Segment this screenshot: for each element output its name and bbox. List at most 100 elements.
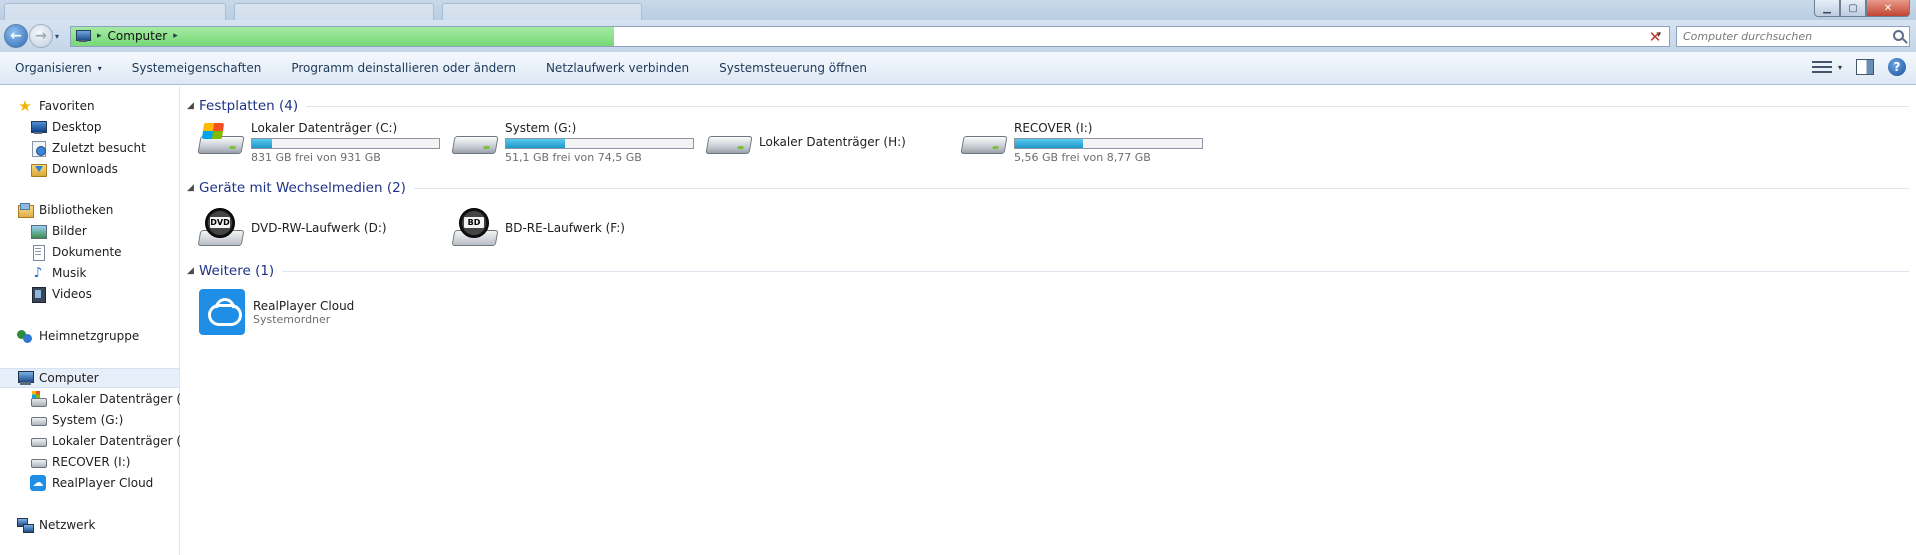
capacity-bar (505, 137, 694, 149)
drive-info: Lokaler Datenträger (H:) (759, 135, 906, 149)
nav-network[interactable]: Netzwerk (0, 515, 179, 535)
nav-drive-g[interactable]: System (G:) (0, 410, 179, 430)
recent-pages-dropdown[interactable]: ▾ (55, 32, 59, 41)
group-divider (282, 270, 1909, 272)
system-properties-button[interactable]: Systemeigenschaften (117, 52, 277, 85)
command-bar-tools: ▾ ? (1811, 58, 1906, 76)
nav-drive-i[interactable]: RECOVER (I:) (0, 452, 179, 472)
nav-videos[interactable]: Videos (0, 284, 179, 304)
breadcrumb-arrow-icon[interactable]: ▸ (97, 31, 102, 41)
realplayer-cloud-tile[interactable]: RealPlayer Cloud Systemordner (199, 288, 354, 336)
back-button[interactable]: ← (4, 24, 28, 48)
nav-recent[interactable]: Zuletzt besucht (0, 138, 179, 158)
nav-downloads[interactable]: Downloads (0, 159, 179, 179)
nav-drive-h[interactable]: Lokaler Datenträger (H:) (0, 431, 199, 451)
nav-label: Videos (52, 287, 92, 301)
chevron-down-icon: ▾ (1837, 62, 1842, 72)
capacity-bar-fill (506, 138, 565, 148)
nav-label: Bibliotheken (39, 203, 114, 217)
drive-name: System (G:) (505, 120, 577, 135)
group-header-other[interactable]: ◢ Weitere (1) (187, 261, 1909, 281)
uninstall-program-button[interactable]: Programm deinstallieren oder ändern (276, 52, 531, 85)
group-title: Weitere (1) (199, 263, 275, 279)
chevron-down-icon: ▾ (97, 63, 102, 73)
nav-label: Netzwerk (39, 518, 96, 532)
dvd-drive-icon: DVD (197, 208, 245, 248)
breadcrumb-computer[interactable]: Computer (108, 29, 168, 43)
hard-drive-icon (451, 122, 499, 162)
address-bar[interactable]: ▸ Computer ▸ ▾ (70, 26, 1670, 47)
collapse-triangle-icon: ◢ (187, 183, 194, 193)
capacity-bar (1014, 137, 1203, 149)
nav-label: RECOVER (I:) (52, 455, 131, 469)
stop-icon: ✕ (1648, 28, 1662, 46)
pictures-icon (30, 223, 47, 239)
group-title: Festplatten (4) (199, 98, 299, 114)
background-tab-1[interactable] (4, 3, 226, 20)
breadcrumb-arrow-icon[interactable]: ▸ (173, 31, 178, 41)
collapse-triangle-icon: ◢ (187, 101, 194, 111)
drive-info: RECOVER (I:) 5,56 GB frei von 8,77 GB (1014, 121, 1203, 164)
star-icon: ★ (18, 97, 32, 115)
nav-homegroup[interactable]: Heimnetzgruppe (0, 326, 179, 346)
forward-button[interactable]: → (29, 24, 53, 48)
libraries-icon (17, 202, 34, 218)
view-list-icon (1811, 59, 1832, 75)
disc-label: BD (464, 217, 484, 228)
minimize-button[interactable]: ▁ (1814, 0, 1840, 17)
homegroup-icon (17, 328, 33, 344)
drive-info: DVD-RW-Laufwerk (D:) (251, 221, 387, 235)
open-control-panel-button[interactable]: Systemsteuerung öffnen (704, 52, 882, 85)
close-button[interactable]: ✕ (1866, 0, 1910, 17)
drive-tile-c[interactable]: Lokaler Datenträger (C:) 831 GB frei von… (197, 120, 440, 164)
map-network-drive-button[interactable]: Netzlaufwerk verbinden (531, 52, 704, 85)
hard-drive-icon (30, 412, 47, 428)
item-name: RealPlayer Cloud (253, 298, 355, 313)
computer-icon (17, 370, 34, 386)
nav-computer[interactable]: Computer (0, 368, 179, 388)
drive-tile-i[interactable]: RECOVER (I:) 5,56 GB frei von 8,77 GB (960, 120, 1203, 164)
nav-label: Zuletzt besucht (52, 141, 146, 155)
drive-info: System (G:) 51,1 GB frei von 74,5 GB (505, 121, 694, 164)
nav-documents[interactable]: Dokumente (0, 242, 179, 262)
help-icon[interactable]: ? (1888, 58, 1906, 76)
drive-free-space: 5,56 GB frei von 8,77 GB (1014, 150, 1151, 164)
address-row: ← → ▾ ▸ Computer ▸ ▾ ✕ (0, 20, 1916, 52)
nav-realplayer-cloud[interactable]: ☁ RealPlayer Cloud (0, 473, 179, 493)
nav-favorites[interactable]: ★ Favoriten (0, 96, 179, 116)
nav-music[interactable]: ♪ Musik (0, 263, 179, 283)
nav-label: Favoriten (39, 99, 95, 113)
nav-label: Dokumente (52, 245, 122, 259)
cloud-icon: ☁ (30, 475, 46, 491)
drive-tile-g[interactable]: System (G:) 51,1 GB frei von 74,5 GB (451, 120, 694, 164)
forward-arrow-icon: → (35, 28, 47, 44)
background-tab-2[interactable] (234, 3, 434, 20)
group-divider (306, 105, 1909, 107)
search-input[interactable] (1677, 27, 1877, 46)
preview-pane-icon[interactable] (1856, 59, 1874, 75)
group-header-removable[interactable]: ◢ Geräte mit Wechselmedien (2) (187, 178, 1909, 198)
group-header-hard-disks[interactable]: ◢ Festplatten (4) (187, 96, 1909, 116)
drive-tile-h[interactable]: Lokaler Datenträger (H:) (705, 120, 906, 164)
change-view-button[interactable]: ▾ (1811, 59, 1842, 75)
documents-icon (30, 244, 46, 261)
drive-free-space: 831 GB frei von 931 GB (251, 150, 381, 164)
nav-pictures[interactable]: Bilder (0, 221, 179, 241)
minimize-icon: ▁ (1823, 2, 1831, 14)
nav-drive-c[interactable]: Lokaler Datenträger (C:) (0, 389, 198, 409)
maximize-button[interactable]: ▢ (1840, 0, 1866, 17)
drive-name: Lokaler Datenträger (H:) (759, 135, 906, 149)
search-icon[interactable] (1893, 30, 1904, 41)
drive-tile-d[interactable]: DVD DVD-RW-Laufwerk (D:) (197, 206, 387, 250)
window-controls: ▁ ▢ ✕ (1814, 0, 1910, 17)
background-tab-3[interactable] (442, 3, 642, 20)
drive-tile-f[interactable]: BD BD-RE-Laufwerk (F:) (451, 206, 625, 250)
nav-libraries[interactable]: Bibliotheken (0, 200, 179, 220)
nav-desktop[interactable]: Desktop (0, 117, 179, 137)
hard-drive-icon (705, 122, 753, 162)
windows-drive-icon (30, 391, 47, 407)
organize-button[interactable]: Organisieren ▾ (0, 52, 117, 85)
nav-label: Heimnetzgruppe (39, 329, 140, 343)
stop-button[interactable]: ✕ (1646, 28, 1664, 46)
capacity-bar (251, 137, 440, 149)
